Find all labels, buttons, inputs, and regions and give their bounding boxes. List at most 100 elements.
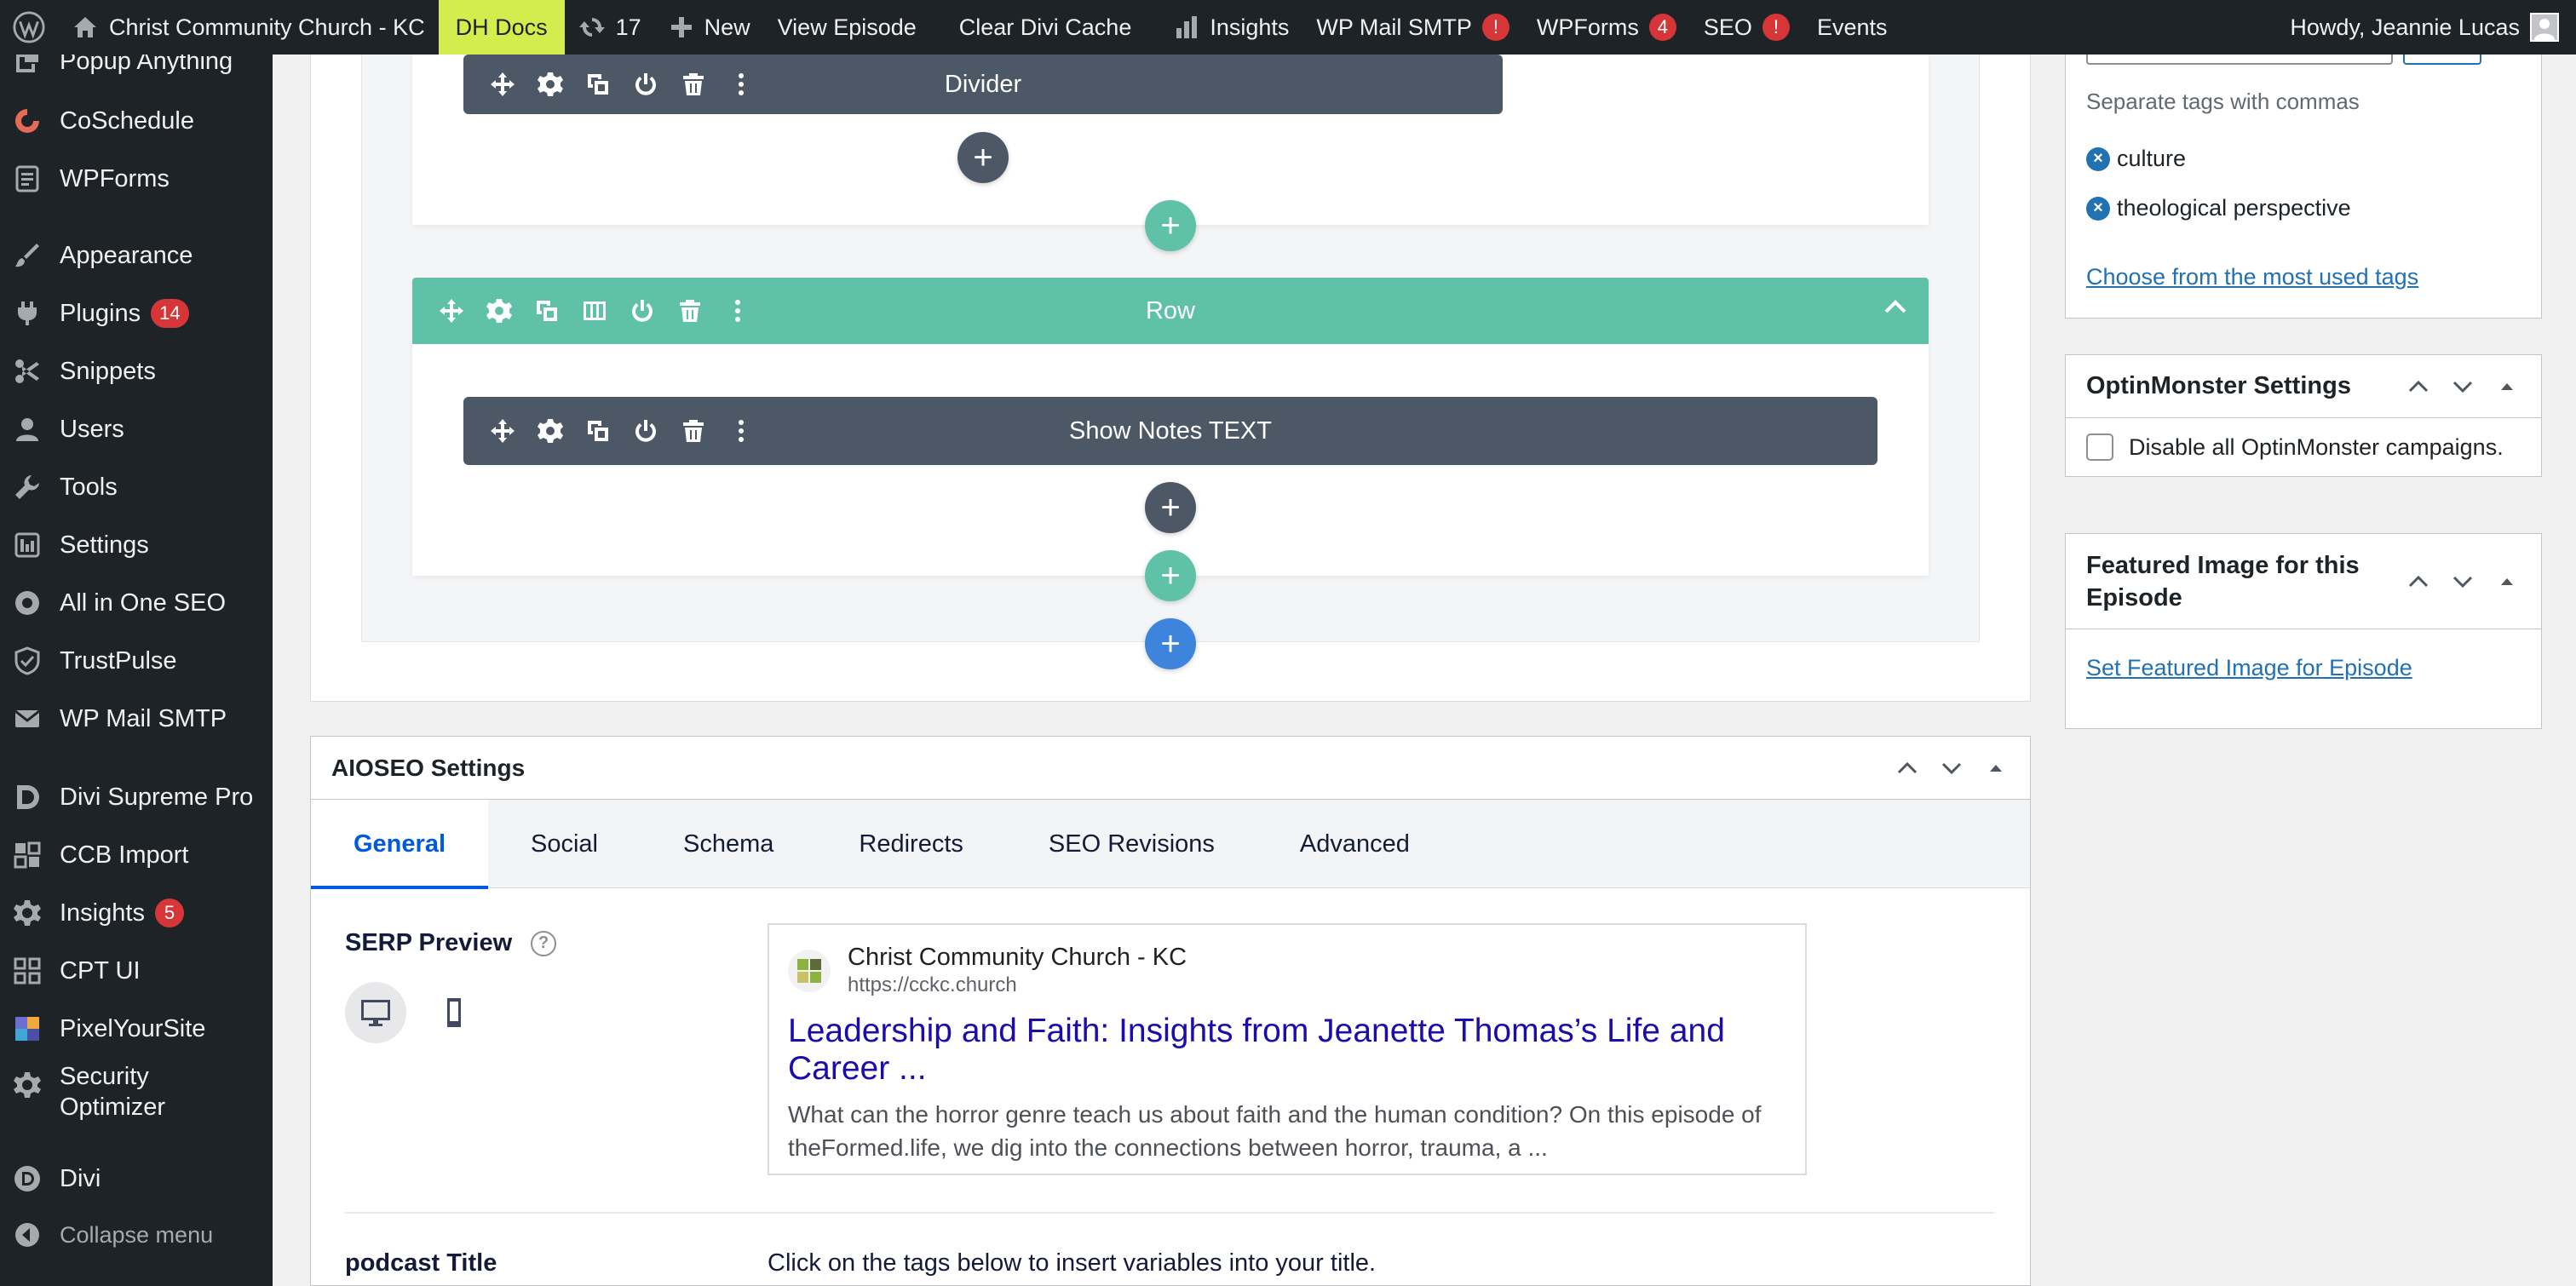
move-icon[interactable] [479, 410, 526, 452]
move-up-button[interactable] [2396, 560, 2441, 604]
more-options-icon[interactable] [714, 290, 762, 332]
insights-menu[interactable]: Insights [1145, 0, 1302, 55]
power-icon[interactable] [622, 63, 670, 106]
disable-campaigns-label: Disable all OptinMonster campaigns. [2129, 433, 2504, 460]
tab-redirects[interactable]: Redirects [816, 800, 1006, 888]
most-used-tags-link[interactable]: Choose from the most used tags [2086, 264, 2418, 290]
sidebar-item-plugins[interactable]: Plugins 14 [0, 288, 273, 339]
view-episode-link[interactable]: View Episode [764, 0, 930, 55]
set-featured-image-link[interactable]: Set Featured Image for Episode [2086, 655, 2412, 681]
add-module-button[interactable]: + [957, 132, 1009, 183]
move-down-button[interactable] [2441, 365, 2485, 409]
events-menu[interactable]: Events [1803, 0, 1901, 55]
duplicate-icon[interactable] [574, 63, 622, 106]
move-down-button[interactable] [2441, 560, 2485, 604]
sidebar-item-coschedule[interactable]: CoSchedule [0, 95, 273, 146]
my-account-menu[interactable]: Howdy, Jeannie Lucas [2276, 0, 2576, 55]
help-question-icon[interactable]: ? [531, 930, 557, 956]
divi-module-divider[interactable]: Divider [463, 55, 1503, 114]
bar-chart-icon [1174, 14, 1199, 40]
remove-tag-icon[interactable]: × [2086, 196, 2110, 221]
add-row-button[interactable]: + [1145, 200, 1196, 251]
sidebar-item-wp-mail-smtp[interactable]: WP Mail SMTP [0, 693, 273, 744]
tab-social[interactable]: Social [488, 800, 641, 888]
sidebar-item-divi[interactable]: Divi [0, 1153, 273, 1204]
admin-sidebar: Popup Anything CoSchedule WPForms Appear… [0, 48, 273, 1286]
tab-schema[interactable]: Schema [641, 800, 816, 888]
move-up-button[interactable] [2396, 365, 2441, 409]
section-divider [345, 1212, 1994, 1214]
collapse-arrow-icon [12, 1220, 43, 1250]
sidebar-item-label: TrustPulse [60, 647, 177, 675]
sidebar-item-trustpulse[interactable]: TrustPulse [0, 635, 273, 686]
gear-icon[interactable] [526, 63, 574, 106]
new-content-menu[interactable]: New [655, 0, 764, 55]
duplicate-icon[interactable] [523, 290, 571, 332]
wpforms-menu[interactable]: WPForms 4 [1523, 0, 1690, 55]
sidebar-item-settings[interactable]: Settings [0, 520, 273, 571]
site-name-menu[interactable]: Christ Community Church - KC [58, 0, 439, 55]
trash-icon[interactable] [666, 290, 714, 332]
add-row-button[interactable]: + [1145, 550, 1196, 601]
desktop-preview-button[interactable] [345, 982, 406, 1043]
toggle-panel-button[interactable] [2485, 560, 2529, 604]
sidebar-item-pixelyoursite[interactable]: PixelYourSite [0, 1003, 273, 1054]
divi-module-show-notes[interactable]: Show Notes TEXT [463, 397, 1877, 465]
updates-menu[interactable]: 17 [565, 0, 655, 55]
trash-icon[interactable] [670, 63, 717, 106]
sidebar-item-all-in-one-seo[interactable]: All in One SEO [0, 577, 273, 629]
tab-general[interactable]: General [311, 800, 488, 889]
sidebar-item-security-optimizer[interactable]: Security Optimizer [0, 1061, 273, 1133]
duplicate-icon[interactable] [574, 410, 622, 452]
sidebar-item-wpforms[interactable]: WPForms [0, 153, 273, 204]
trash-icon[interactable] [670, 410, 717, 452]
clear-divi-cache-link[interactable]: Clear Divi Cache [930, 0, 1146, 55]
more-options-icon[interactable] [717, 63, 765, 106]
wpforms-count-badge: 4 [1648, 14, 1676, 41]
sidebar-item-cpt-ui[interactable]: CPT UI [0, 945, 273, 996]
move-up-button[interactable] [1885, 746, 1929, 790]
mobile-preview-button[interactable] [423, 982, 485, 1043]
power-icon[interactable] [618, 290, 666, 332]
power-icon[interactable] [622, 410, 670, 452]
toggle-panel-button[interactable] [2485, 365, 2529, 409]
gear-icon[interactable] [526, 410, 574, 452]
dh-docs-link[interactable]: DH Docs [438, 0, 565, 55]
serp-site-row: Christ Community Church - KC https://cck… [788, 944, 1786, 997]
gear-icon[interactable] [475, 290, 523, 332]
move-icon[interactable] [428, 290, 475, 332]
serp-preview-heading: SERP Preview ? [345, 929, 557, 957]
toggle-panel-button[interactable] [1974, 746, 2018, 790]
seo-menu[interactable]: SEO ! [1690, 0, 1803, 55]
collapse-menu-button[interactable]: Collapse menu [0, 1209, 273, 1260]
sidebar-item-label: CCB Import [60, 841, 189, 869]
box-controls [2396, 365, 2529, 409]
tab-seo-revisions[interactable]: SEO Revisions [1006, 800, 1257, 888]
sidebar-item-divi-supreme-pro[interactable]: Divi Supreme Pro [0, 772, 273, 823]
sidebar-item-insights[interactable]: Insights 5 [0, 887, 273, 939]
pixelyoursite-icon [12, 1013, 43, 1044]
remove-tag-icon[interactable]: × [2086, 146, 2110, 171]
add-section-button[interactable]: + [1145, 618, 1196, 669]
more-options-icon[interactable] [717, 410, 765, 452]
sidebar-item-ccb-import[interactable]: CCB Import [0, 830, 273, 881]
new-label: New [704, 14, 750, 40]
sidebar-item-tools[interactable]: Tools [0, 462, 273, 513]
wp-mail-smtp-menu[interactable]: WP Mail SMTP ! [1302, 0, 1523, 55]
divi-row-bar[interactable]: Row [412, 278, 1929, 344]
serp-preview-card: Christ Community Church - KC https://cck… [768, 923, 1807, 1175]
add-module-button[interactable]: + [1145, 482, 1196, 533]
move-down-button[interactable] [1929, 746, 1974, 790]
wordpress-logo-icon[interactable] [0, 0, 58, 55]
move-icon[interactable] [479, 63, 526, 106]
row-toolbar [412, 290, 762, 332]
sidebar-item-appearance[interactable]: Appearance [0, 230, 273, 281]
chevron-up-icon[interactable] [1881, 293, 1910, 322]
columns-icon[interactable] [571, 290, 618, 332]
sidebar-item-snippets[interactable]: Snippets [0, 346, 273, 397]
sidebar-item-users[interactable]: Users [0, 404, 273, 455]
aioseo-tabs: General Social Schema Redirects SEO Revi… [311, 800, 2030, 889]
tab-advanced[interactable]: Advanced [1257, 800, 1452, 888]
sidebar-item-label: Security Optimizer [60, 1063, 166, 1121]
disable-campaigns-checkbox[interactable] [2086, 433, 2113, 461]
